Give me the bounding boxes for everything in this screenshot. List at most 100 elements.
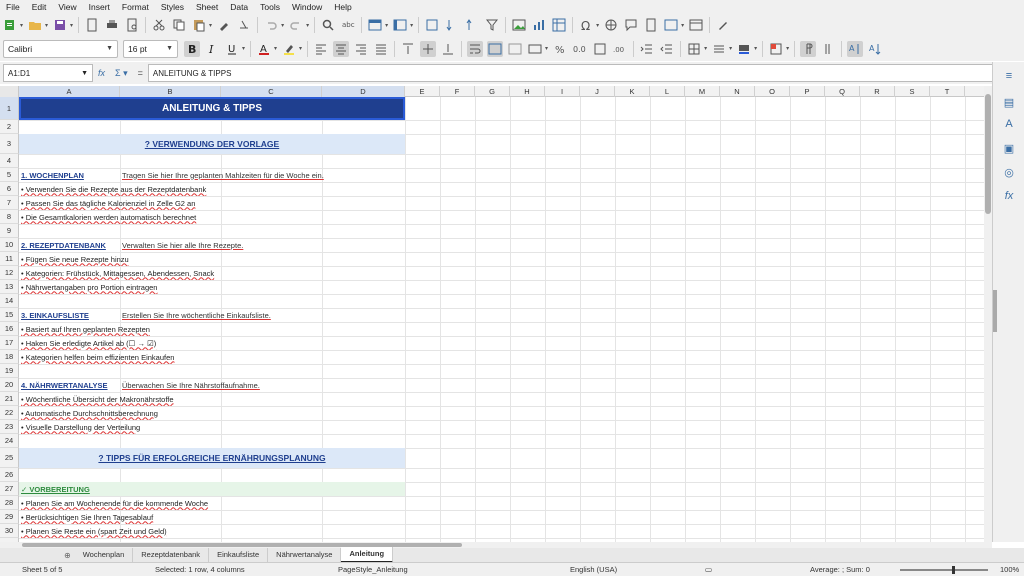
insert-image-icon[interactable] <box>511 17 527 33</box>
row-header[interactable]: 15 <box>0 308 19 322</box>
zoom-slider-knob[interactable] <box>952 566 955 574</box>
column-header-c[interactable]: C <box>221 86 322 97</box>
menu-edit[interactable]: Edit <box>26 0 53 14</box>
title-cell[interactable]: ANLEITUNG & TIPPS <box>19 97 405 120</box>
heading-wochenplan[interactable]: 1. WOCHENPLAN Tragen Sie hier Ihre geplan… <box>19 168 405 182</box>
increase-indent-icon[interactable] <box>639 41 655 57</box>
list-item[interactable]: • Die Gesamtkalorien werden automatisch … <box>19 210 405 224</box>
row-header[interactable]: 24 <box>0 434 19 448</box>
sort-descending-icon[interactable] <box>464 17 480 33</box>
column-header-e[interactable]: E <box>405 86 440 97</box>
sort-icon[interactable] <box>424 17 440 33</box>
row-header[interactable]: 9 <box>0 224 19 238</box>
freeze-rows-columns-icon[interactable] <box>688 17 704 33</box>
menu-tools[interactable]: Tools <box>254 0 286 14</box>
row-header[interactable]: 30 <box>0 524 19 538</box>
spreadsheet-grid[interactable]: ABCDEFGHIJKLMNOPQRST 1 2 3 4 5 6 7 8 9 10 11 12 13 14… <box>0 86 992 542</box>
row-header[interactable]: 14 <box>0 294 19 308</box>
define-print-area-icon[interactable] <box>663 17 679 33</box>
name-box[interactable]: A1:D1 ▼ <box>3 64 93 82</box>
row-header[interactable]: 12 <box>0 266 19 280</box>
select-all-corner[interactable] <box>0 86 19 97</box>
column-header-m[interactable]: M <box>685 86 720 97</box>
conditional-format-icon[interactable] <box>768 41 784 57</box>
sort-ascending-icon[interactable] <box>444 17 460 33</box>
list-item[interactable]: • Planen Sie Reste ein (spart Zeit und G… <box>19 524 405 538</box>
menu-styles[interactable]: Styles <box>155 0 190 14</box>
list-item[interactable]: • Visuelle Darstellung der Verteilung <box>19 420 405 434</box>
row-header[interactable]: 7 <box>0 196 19 210</box>
borders-icon[interactable] <box>686 41 702 57</box>
tab-naehrwertanalyse[interactable]: Nährwertanalyse <box>268 548 342 562</box>
column-icon[interactable] <box>392 17 408 33</box>
heading-einkaufsliste[interactable]: 3. EINKAUFSLISTE Erstellen Sie Ihre wöche… <box>19 308 405 322</box>
list-item[interactable]: • Passen Sie das tägliche Kalorienziel i… <box>19 196 405 210</box>
subheading-vorbereitung[interactable]: ✓ VORBEREITUNG <box>19 482 405 496</box>
add-decimal-icon[interactable]: .00 <box>612 41 628 57</box>
column-header-o[interactable]: O <box>755 86 790 97</box>
navigator-icon[interactable]: ◎ <box>1001 164 1017 180</box>
find-replace-icon[interactable] <box>320 17 336 33</box>
spelling-icon[interactable]: abc <box>340 17 356 33</box>
wrap-text-icon[interactable] <box>467 40 484 57</box>
column-header-s[interactable]: S <box>895 86 930 97</box>
paste-icon[interactable] <box>191 17 207 33</box>
zoom-level[interactable]: 100% <box>1000 563 1019 577</box>
format-as-currency-icon[interactable] <box>527 41 543 57</box>
list-item[interactable]: • Fügen Sie neue Rezepte hinzu <box>19 252 405 266</box>
row-header[interactable]: 5 <box>0 168 19 182</box>
equals-icon[interactable]: = <box>138 68 143 78</box>
align-left-icon[interactable] <box>313 41 329 57</box>
language-status[interactable]: English (USA) <box>570 563 617 577</box>
formula-input[interactable]: ANLEITUNG & TIPPS <box>147 64 1004 82</box>
hyperlink-icon[interactable] <box>603 17 619 33</box>
border-style-icon[interactable] <box>711 41 727 57</box>
styles-icon[interactable]: A <box>1001 116 1017 132</box>
italic-icon[interactable]: I <box>204 41 220 57</box>
list-item[interactable]: • Kategorien helfen beim effizienten Ein… <box>19 350 405 364</box>
column-header-i[interactable]: I <box>545 86 580 97</box>
format-as-number-icon[interactable]: 0.0 <box>572 41 588 57</box>
row-header[interactable]: 17 <box>0 336 19 350</box>
list-item[interactable]: • Wöchentliche Übersicht der Makronährst… <box>19 392 405 406</box>
comment-icon[interactable] <box>623 17 639 33</box>
row-icon[interactable] <box>367 17 383 33</box>
page-style[interactable]: PageStyle_Anleitung <box>338 563 408 577</box>
row-header[interactable]: 1 <box>0 97 19 120</box>
align-top-icon[interactable] <box>400 41 416 57</box>
menu-insert[interactable]: Insert <box>83 0 116 14</box>
format-as-date-icon[interactable] <box>592 41 608 57</box>
menu-view[interactable]: View <box>52 0 82 14</box>
highlight-color-icon[interactable] <box>281 41 297 57</box>
column-header-f[interactable]: F <box>440 86 475 97</box>
column-header-r[interactable]: R <box>860 86 895 97</box>
justify-icon[interactable] <box>373 41 389 57</box>
zoom-slider[interactable] <box>900 566 988 574</box>
copy-icon[interactable] <box>171 17 187 33</box>
row-header[interactable]: 10 <box>0 238 19 252</box>
list-item[interactable]: • Automatische Durchschnittsberechnung <box>19 406 405 420</box>
row-header[interactable]: 6 <box>0 182 19 196</box>
text-direction-rtl-icon[interactable] <box>820 41 836 57</box>
headers-footers-icon[interactable] <box>643 17 659 33</box>
add-sheet-icon[interactable]: ⊕ <box>60 551 75 560</box>
tab-einkaufsliste[interactable]: Einkaufsliste <box>209 548 269 562</box>
vertical-text-rtl-icon[interactable]: A <box>867 41 883 57</box>
redo-icon[interactable] <box>288 17 304 33</box>
menu-format[interactable]: Format <box>116 0 155 14</box>
align-right-icon[interactable] <box>353 41 369 57</box>
export-pdf-icon[interactable] <box>84 17 100 33</box>
column-header-n[interactable]: N <box>720 86 755 97</box>
column-header-k[interactable]: K <box>615 86 650 97</box>
gallery-icon[interactable]: ▣ <box>1001 140 1017 156</box>
menu-sheet[interactable]: Sheet <box>190 0 224 14</box>
save-icon[interactable] <box>52 17 68 33</box>
row-header[interactable]: 27 <box>0 482 19 496</box>
column-header-l[interactable]: L <box>650 86 685 97</box>
row-header[interactable]: 16 <box>0 322 19 336</box>
sidebar-resize-handle[interactable] <box>993 290 997 332</box>
show-draw-functions-icon[interactable] <box>715 17 731 33</box>
menu-help[interactable]: Help <box>328 0 357 14</box>
selection-mode-icon[interactable]: ▭ <box>705 563 719 577</box>
heading-naehrwertanalyse[interactable]: 4. NÄHRWERTANALYSE Überwachen Sie Ihre Nä… <box>19 378 405 392</box>
